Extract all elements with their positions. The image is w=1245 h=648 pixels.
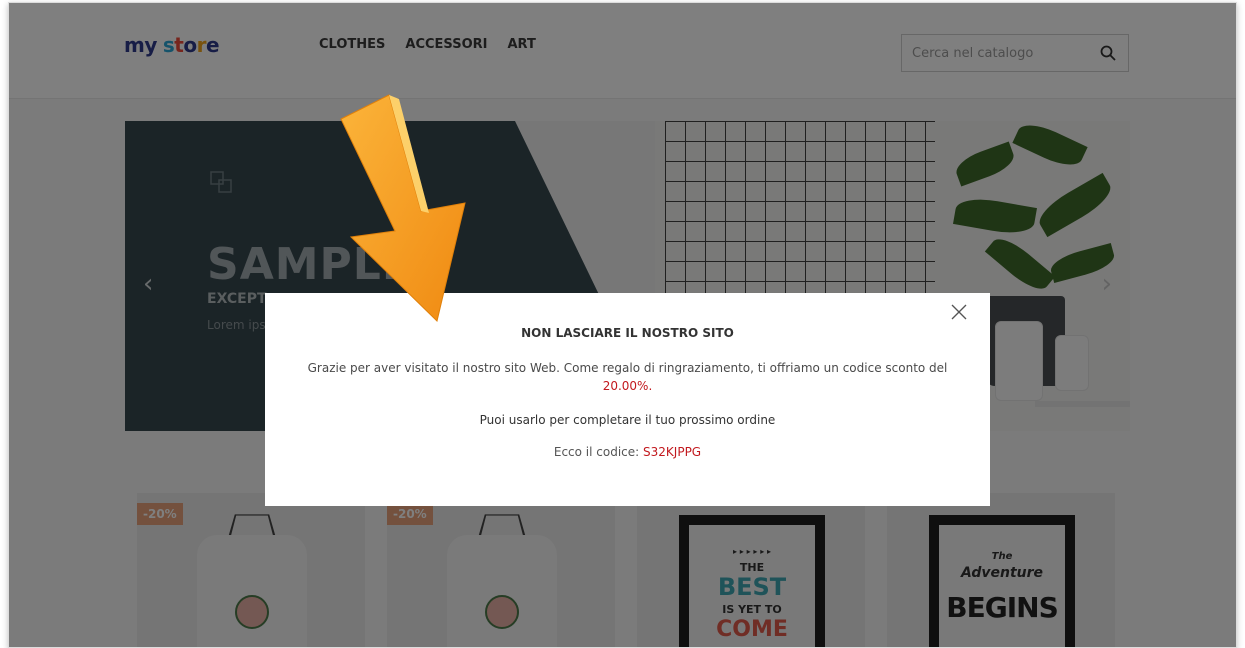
popup-usage-note: Puoi usarlo per completare il tuo prossi… <box>479 413 776 427</box>
arrow-pointer-icon <box>340 94 466 322</box>
discount-code[interactable]: S32KJPPG <box>643 445 701 459</box>
browser-frame: mystore CLOTHES ACCESSORI ART <box>8 2 1237 648</box>
close-icon[interactable] <box>950 303 968 321</box>
code-label: Ecco il codice: <box>553 445 644 459</box>
popup-message-text: Grazie per aver visitato il nostro sito … <box>307 361 948 375</box>
popup-code-line: Ecco il codice: S32KJPPG <box>265 445 990 459</box>
popup-message: Grazie per aver visitato il nostro sito … <box>295 359 960 395</box>
discount-percent: 20.00%. <box>602 379 653 393</box>
